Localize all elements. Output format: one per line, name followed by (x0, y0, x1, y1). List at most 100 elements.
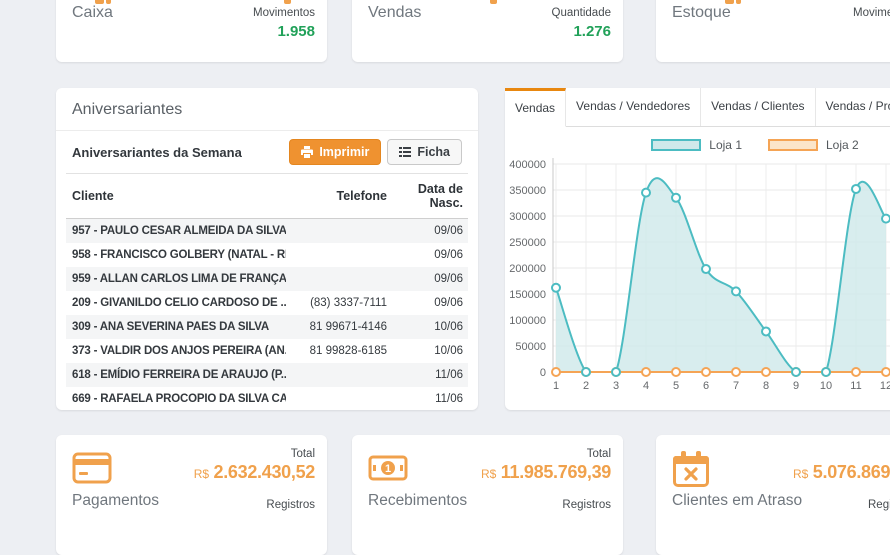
dashboard-page: { "colors": { "accent_orange": "#ef9230"… (0, 0, 890, 516)
svg-text:350000: 350000 (509, 185, 546, 197)
total-value: R$ 2.632.430,52 (194, 462, 315, 483)
value-fragment (284, 0, 291, 4)
cell-telefone (286, 387, 387, 411)
col-header-nasc: Data de Nasc. (387, 174, 468, 219)
cell-cliente: 209 - GIVANILDO CELIO CARDOSO DE ... (66, 291, 286, 315)
tab-vendas-clientes[interactable]: Vendas / Clientes (701, 88, 815, 126)
table-row: 669 - RAFAELA PROCOPIO DA SILVA CA... 11/… (66, 387, 468, 411)
cell-nasc: 09/06 (387, 219, 468, 243)
cell-nasc: 10/06 (387, 339, 468, 363)
cell-cliente: 373 - VALDIR DOS ANJOS PEREIRA (AN... (66, 339, 286, 363)
sales-panel: VendasVendas / VendedoresVendas / Client… (505, 88, 890, 410)
card-title: Estoque (672, 4, 731, 22)
card-title: Caixa (72, 4, 113, 22)
col-header-cliente: Cliente (66, 174, 286, 219)
cell-cliente: 959 - ALLAN CARLOS LIMA DE FRANÇA (66, 267, 286, 291)
svg-text:1: 1 (553, 380, 559, 392)
svg-text:0: 0 (540, 367, 546, 379)
cell-cliente: 669 - RAFAELA PROCOPIO DA SILVA CA... (66, 387, 286, 411)
svg-text:50000: 50000 (515, 341, 546, 353)
svg-text:12: 12 (880, 380, 890, 392)
cell-nasc: 11/06 (387, 363, 468, 387)
table-row: 958 - FRANCISCO GOLBERY (NATAL - RN) 09/0… (66, 243, 468, 267)
value-fragment (95, 0, 104, 4)
cell-telefone (286, 243, 387, 267)
svg-text:300000: 300000 (509, 211, 546, 223)
legend-item-loja-1[interactable]: Loja 1 (651, 138, 742, 152)
kpi-card-estoque: Estoque Movimentos (656, 0, 890, 62)
tab-vendas-vendedores[interactable]: Vendas / Vendedores (566, 88, 701, 126)
birthdays-table-scroll-area[interactable]: 957 - PAULO CESAR ALMEIDA DA SILVA09/069… (56, 219, 478, 413)
table-row: 373 - VALDIR DOS ANJOS PEREIRA (AN...81 … (66, 339, 468, 363)
registros-label: Registros (266, 499, 315, 511)
currency-symbol: R$ (793, 467, 808, 481)
svg-text:400000: 400000 (509, 159, 546, 171)
svg-text:1: 1 (385, 463, 391, 475)
table-row: 309 - ANA SEVERINA PAES DA SILVA81 99671… (66, 315, 468, 339)
value-fragment (106, 0, 111, 4)
cell-cliente: 309 - ANA SEVERINA PAES DA SILVA (66, 315, 286, 339)
svg-text:2: 2 (583, 380, 589, 392)
registros-label: Registros (868, 499, 890, 511)
svg-text:5: 5 (673, 380, 679, 392)
printer-icon (301, 146, 313, 158)
cell-telefone (286, 219, 387, 243)
kpi-card-recebimentos: 1 Recebimentos Total R$ 11.985.769,39 Re… (352, 435, 623, 555)
tab-vendas-produtos[interactable]: Vendas / Produtos (816, 88, 890, 126)
kpi-card-caixa: Caixa Movimentos 1.958 (56, 0, 327, 62)
calendar-xmark-icon (672, 451, 710, 492)
card-title: Pagamentos (72, 492, 159, 510)
legend-label: Loja 1 (709, 138, 742, 152)
svg-text:200000: 200000 (509, 263, 546, 275)
svg-text:11: 11 (850, 380, 861, 392)
svg-text:10: 10 (820, 380, 832, 392)
svg-text:6: 6 (703, 380, 709, 392)
ficha-button[interactable]: Ficha (387, 139, 462, 165)
total-value: R$ 11.985.769,39 (481, 462, 611, 483)
ficha-button-label: Ficha (417, 145, 450, 159)
sales-tabs: VendasVendas / VendedoresVendas / Client… (505, 88, 890, 127)
print-button-label: Imprimir (319, 145, 369, 159)
sales-chart-svg: 0500001000001500002000002500003000003500… (509, 152, 890, 402)
legend-item-loja-2[interactable]: Loja 2 (768, 138, 859, 152)
legend-swatch (768, 139, 818, 151)
cell-nasc: 09/06 (387, 267, 468, 291)
amount: 5.076.869, (813, 462, 890, 482)
print-button[interactable]: Imprimir (289, 139, 381, 165)
svg-text:250000: 250000 (509, 237, 546, 249)
cell-nasc: 11/06 (387, 387, 468, 411)
card-title: Recebimentos (368, 492, 467, 510)
credit-card-icon (72, 451, 112, 490)
kpi-card-pagamentos: Pagamentos Total R$ 2.632.430,52 Registr… (56, 435, 327, 555)
table-row: 618 - EMÍDIO FERREIRA DE ARAUJO (P... 11/… (66, 363, 468, 387)
legend-label: Loja 2 (826, 138, 859, 152)
svg-text:4: 4 (643, 380, 649, 392)
svg-text:8: 8 (763, 380, 769, 392)
tab-vendas[interactable]: Vendas (505, 88, 566, 127)
cell-telefone (286, 363, 387, 387)
value-fragment (490, 0, 497, 4)
value-fragment (725, 0, 734, 4)
svg-text:3: 3 (613, 380, 619, 392)
birthdays-toolbar: Aniversariantes da Semana Imprimir Ficha (56, 131, 478, 173)
metric-label: Movimentos (253, 7, 315, 19)
currency-symbol: R$ (194, 467, 209, 481)
cell-cliente: 618 - EMÍDIO FERREIRA DE ARAUJO (P... (66, 363, 286, 387)
cell-telefone: (83) 3337-7111 (286, 291, 387, 315)
total-label: Total (587, 448, 611, 460)
svg-text:100000: 100000 (509, 315, 546, 327)
cell-cliente: 958 - FRANCISCO GOLBERY (NATAL - RN) (66, 243, 286, 267)
legend-swatch (651, 139, 701, 151)
total-value: R$ 5.076.869, (793, 462, 890, 483)
registros-label: Registros (562, 499, 611, 511)
cell-nasc: 09/06 (387, 243, 468, 267)
chart-legend: Loja 1 Loja 2 (505, 138, 890, 152)
birthdays-table-head: Cliente Telefone Data de Nasc. (66, 173, 468, 219)
svg-text:9: 9 (793, 380, 799, 392)
cell-telefone: 81 99828-6185 (286, 339, 387, 363)
kpi-card-clientes-atraso: Clientes em Atraso R$ 5.076.869, Registr… (656, 435, 890, 555)
metric-label: Quantidade (552, 7, 611, 19)
cell-nasc: 10/06 (387, 315, 468, 339)
total-label: Total (291, 448, 315, 460)
metric-value: 1.958 (277, 23, 315, 40)
